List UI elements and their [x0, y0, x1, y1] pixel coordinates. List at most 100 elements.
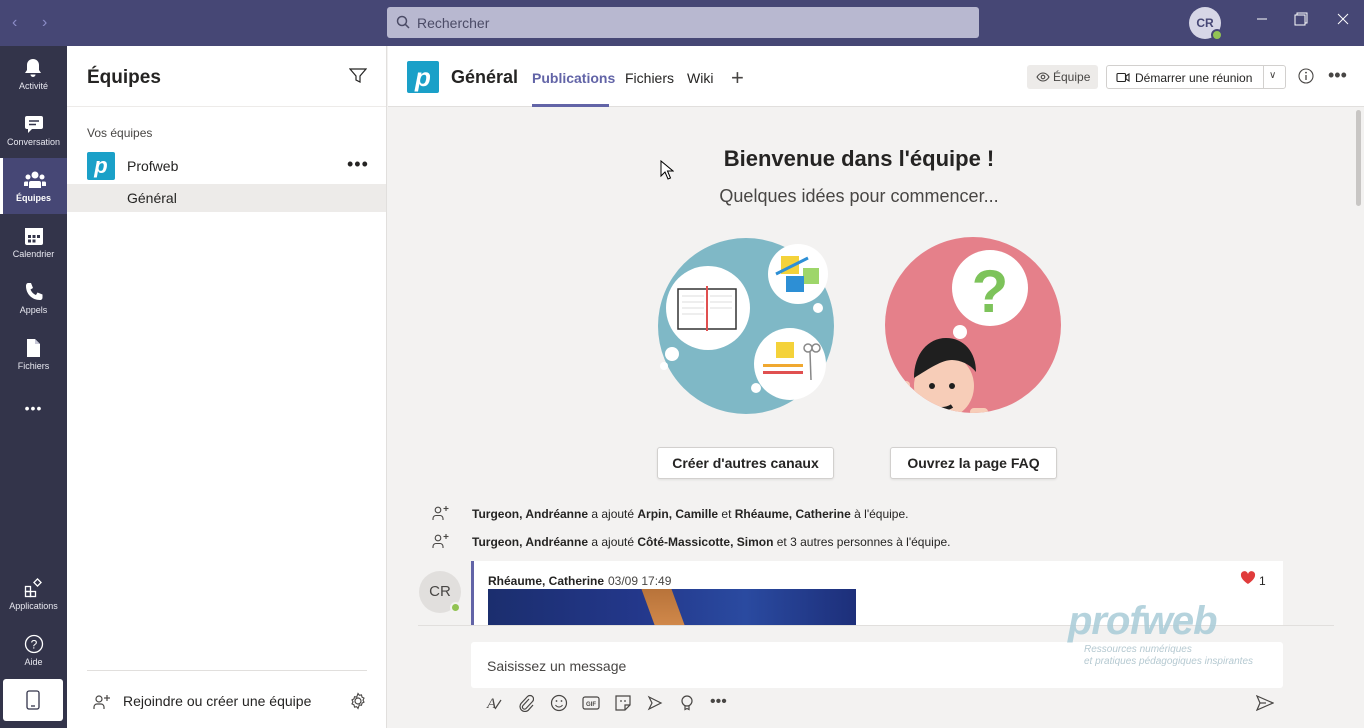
svg-text:A: A — [486, 696, 497, 712]
mouse-cursor-icon — [660, 160, 674, 180]
section-label: Vos équipes — [87, 126, 153, 140]
video-camera-icon — [1116, 72, 1130, 83]
emoji-icon[interactable] — [550, 694, 568, 712]
start-meeting-button[interactable]: Démarrer une réunion ∨ — [1106, 65, 1286, 89]
post-image[interactable] — [488, 589, 856, 625]
rail-item-chat[interactable]: Conversation — [0, 102, 67, 158]
search-icon — [396, 15, 410, 29]
channel-item-general[interactable]: Général — [67, 184, 386, 212]
chevron-down-icon[interactable]: ∨ — [1269, 70, 1276, 81]
add-tab-icon[interactable]: + — [731, 65, 744, 91]
rail-label: Appels — [19, 305, 48, 315]
join-team-icon — [93, 695, 110, 709]
active-tab-indicator — [532, 104, 609, 107]
join-or-create-team-button[interactable]: Rejoindre ou créer une équipe — [87, 688, 367, 716]
calendar-icon — [25, 228, 43, 245]
post-author: Rhéaume, Catherine — [488, 574, 605, 588]
divider — [87, 670, 367, 671]
team-more-options-icon[interactable]: ••• — [347, 154, 369, 175]
search-placeholder: Rechercher — [417, 15, 490, 31]
praise-icon[interactable] — [678, 694, 696, 712]
teams-icon — [24, 171, 46, 188]
search-input[interactable]: Rechercher — [387, 7, 979, 38]
filter-icon[interactable] — [349, 68, 367, 84]
teams-list-panel: Équipes Vos équipes p Profweb ••• Généra… — [67, 46, 387, 728]
svg-text:?: ? — [972, 258, 1009, 325]
phone-icon — [26, 283, 43, 300]
activity-text: Turgeon, Andréanne a ajouté Arpin, Camil… — [472, 507, 909, 521]
rail-item-files[interactable]: Fichiers — [0, 326, 67, 382]
sticker-icon[interactable] — [614, 694, 632, 712]
welcome-title: Bienvenue dans l'équipe ! — [723, 146, 995, 171]
rail-label: Activité — [18, 81, 48, 91]
mobile-app-button[interactable] — [3, 679, 63, 721]
presence-available-icon — [1211, 29, 1223, 41]
watermark-logo: profweb — [1068, 599, 1218, 643]
attach-icon[interactable] — [518, 694, 534, 712]
post-timestamp: 03/09 17:49 — [608, 574, 672, 588]
channel-name: Général — [127, 190, 177, 206]
create-channels-button[interactable]: Créer d'autres canaux — [657, 447, 834, 479]
split-divider — [1263, 66, 1264, 88]
watermark-line: Ressources numériques — [1084, 644, 1192, 655]
gif-icon[interactable]: GIF — [582, 694, 600, 712]
rail-item-apps[interactable]: Applications — [0, 566, 67, 622]
forward-arrow-icon[interactable]: › — [42, 14, 47, 32]
mobile-phone-icon — [26, 690, 40, 710]
activity-text: Turgeon, Andréanne a ajouté Côté-Massico… — [472, 535, 951, 549]
close-icon[interactable] — [1333, 12, 1353, 32]
channel-header: p Général Publications Fichiers Wiki + É… — [388, 46, 1364, 107]
rail-label: Applications — [9, 601, 58, 611]
welcome-subtitle: Quelques idées pour commencer... — [719, 186, 999, 206]
settings-gear-icon[interactable] — [349, 692, 367, 710]
rail-item-calendar[interactable]: Calendrier — [0, 214, 67, 270]
back-arrow-icon[interactable]: ‹ — [12, 14, 17, 32]
channel-title: Général — [451, 67, 519, 87]
apps-icon — [24, 578, 42, 598]
tab-files[interactable]: Fichiers — [625, 70, 674, 86]
channels-illustration — [658, 238, 834, 414]
rail-item-calls[interactable]: Appels — [0, 270, 67, 326]
rail-label: Fichiers — [17, 361, 50, 371]
more-options-icon[interactable]: ••• — [710, 693, 727, 711]
team-button[interactable]: Équipe — [1027, 65, 1098, 89]
svg-text:GIF: GIF — [586, 702, 596, 708]
join-label: Rejoindre ou créer une équipe — [123, 693, 312, 709]
title-bar: ‹ › Rechercher CR — [0, 0, 1364, 46]
rail-more-button[interactable]: ••• — [0, 386, 67, 430]
scrollbar[interactable] — [1356, 110, 1361, 206]
format-icon[interactable]: A — [485, 694, 503, 712]
team-item-profweb[interactable]: p Profweb ••• — [67, 150, 386, 182]
bell-icon — [25, 59, 41, 77]
add-member-icon — [432, 506, 449, 520]
divider — [67, 106, 386, 107]
more-options-icon[interactable]: ••• — [1328, 65, 1347, 86]
rail-item-help[interactable]: ? Aide — [0, 622, 67, 678]
profweb-watermark: profweb Ressources numériques et pratiqu… — [1068, 599, 1253, 668]
help-icon: ? — [24, 634, 44, 654]
app-rail: Activité Conversation Équipes Calendrier… — [0, 46, 67, 728]
rail-item-teams[interactable]: Équipes — [0, 158, 67, 214]
compose-placeholder: Saisissez un message — [487, 658, 627, 674]
user-avatar[interactable]: CR — [1189, 7, 1223, 41]
more-icon: ••• — [24, 400, 43, 416]
panel-title: Équipes — [87, 67, 161, 88]
tab-wiki[interactable]: Wiki — [687, 70, 713, 86]
meet-now-icon[interactable] — [646, 694, 664, 712]
minimize-icon[interactable] — [1252, 12, 1272, 32]
channel-main: p Général Publications Fichiers Wiki + É… — [388, 46, 1364, 728]
svg-text:?: ? — [31, 638, 38, 652]
eye-icon — [1036, 72, 1050, 82]
presence-available-icon — [450, 602, 461, 613]
restore-icon[interactable] — [1291, 12, 1311, 32]
info-icon[interactable] — [1298, 68, 1314, 84]
post-author-avatar[interactable]: CR — [419, 571, 461, 613]
rail-label: Équipes — [15, 193, 51, 203]
heart-reaction-icon[interactable] — [1240, 571, 1256, 585]
open-faq-button[interactable]: Ouvrez la page FAQ — [890, 447, 1057, 479]
tab-publications[interactable]: Publications — [532, 70, 615, 86]
rail-item-activity[interactable]: Activité — [0, 46, 67, 102]
file-icon — [27, 339, 40, 357]
send-icon[interactable] — [1256, 695, 1274, 711]
avatar-initials: CR — [429, 583, 451, 600]
